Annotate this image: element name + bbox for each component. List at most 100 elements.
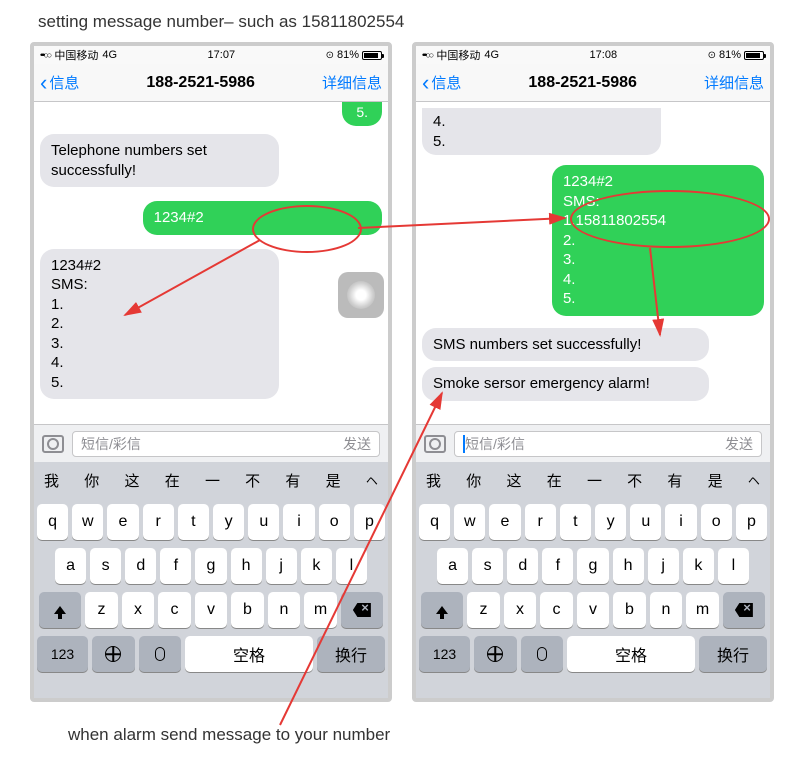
- return-key[interactable]: 换行: [699, 636, 767, 672]
- key-x[interactable]: x: [122, 592, 155, 628]
- predictive-word[interactable]: 这: [124, 470, 139, 491]
- message-input[interactable]: 短信/彩信 发送: [72, 431, 380, 457]
- camera-icon[interactable]: [42, 435, 64, 453]
- key-m[interactable]: m: [304, 592, 337, 628]
- key-d[interactable]: d: [507, 548, 538, 584]
- key-e[interactable]: e: [489, 504, 520, 540]
- key-n[interactable]: n: [650, 592, 683, 628]
- globe-key[interactable]: [474, 636, 517, 672]
- key-c[interactable]: c: [540, 592, 573, 628]
- back-button[interactable]: ‹信息: [40, 72, 79, 93]
- predictive-word[interactable]: 你: [466, 470, 481, 491]
- key-t[interactable]: t: [178, 504, 209, 540]
- key-w[interactable]: w: [454, 504, 485, 540]
- send-button[interactable]: 发送: [725, 434, 753, 454]
- caret-up-icon[interactable]: ヘ: [366, 472, 378, 489]
- space-key[interactable]: 空格: [567, 636, 695, 672]
- predictive-word[interactable]: 一: [587, 470, 602, 491]
- key-z[interactable]: z: [467, 592, 500, 628]
- predictive-word[interactable]: 是: [708, 470, 723, 491]
- predictive-bar[interactable]: 我 你 这 在 一 不 有 是 ヘ: [416, 462, 770, 498]
- delete-key[interactable]: [723, 592, 765, 628]
- key-w[interactable]: w: [72, 504, 103, 540]
- key-b[interactable]: b: [231, 592, 264, 628]
- key-h[interactable]: h: [613, 548, 644, 584]
- delete-key[interactable]: [341, 592, 383, 628]
- numeric-key[interactable]: 123: [37, 636, 88, 672]
- key-s[interactable]: s: [90, 548, 121, 584]
- key-a[interactable]: a: [55, 548, 86, 584]
- key-j[interactable]: j: [648, 548, 679, 584]
- predictive-bar[interactable]: 我 你 这 在 一 不 有 是 ヘ: [34, 462, 388, 498]
- key-y[interactable]: y: [595, 504, 626, 540]
- key-x[interactable]: x: [504, 592, 537, 628]
- camera-icon[interactable]: [424, 435, 446, 453]
- key-u[interactable]: u: [630, 504, 661, 540]
- predictive-word[interactable]: 有: [285, 470, 300, 491]
- key-m[interactable]: m: [686, 592, 719, 628]
- predictive-word[interactable]: 一: [205, 470, 220, 491]
- key-f[interactable]: f: [542, 548, 573, 584]
- key-c[interactable]: c: [158, 592, 191, 628]
- key-g[interactable]: g: [195, 548, 226, 584]
- numeric-key[interactable]: 123: [419, 636, 470, 672]
- key-q[interactable]: q: [37, 504, 68, 540]
- signal-icon: •••○○: [40, 50, 50, 60]
- space-key[interactable]: 空格: [185, 636, 313, 672]
- message-input[interactable]: 短信/彩信 发送: [454, 431, 762, 457]
- predictive-word[interactable]: 我: [426, 470, 441, 491]
- key-e[interactable]: e: [107, 504, 138, 540]
- key-y[interactable]: y: [213, 504, 244, 540]
- mic-key[interactable]: [139, 636, 182, 672]
- key-q[interactable]: q: [419, 504, 450, 540]
- key-k[interactable]: k: [301, 548, 332, 584]
- phone-right: •••○○ 中国移动 4G 17:08 ⊙ 81% ‹信息 188-2521-5…: [412, 42, 774, 702]
- predictive-word[interactable]: 我: [44, 470, 59, 491]
- send-button[interactable]: 发送: [343, 434, 371, 454]
- key-k[interactable]: k: [683, 548, 714, 584]
- key-p[interactable]: p: [736, 504, 767, 540]
- key-h[interactable]: h: [231, 548, 262, 584]
- key-r[interactable]: r: [525, 504, 556, 540]
- key-g[interactable]: g: [577, 548, 608, 584]
- key-t[interactable]: t: [560, 504, 591, 540]
- key-o[interactable]: o: [701, 504, 732, 540]
- input-placeholder: 短信/彩信: [81, 434, 141, 454]
- predictive-word[interactable]: 不: [627, 470, 642, 491]
- back-button[interactable]: ‹信息: [422, 72, 461, 93]
- key-v[interactable]: v: [195, 592, 228, 628]
- key-d[interactable]: d: [125, 548, 156, 584]
- return-key[interactable]: 换行: [317, 636, 385, 672]
- predictive-word[interactable]: 有: [667, 470, 682, 491]
- key-j[interactable]: j: [266, 548, 297, 584]
- key-a[interactable]: a: [437, 548, 468, 584]
- globe-key[interactable]: [92, 636, 135, 672]
- caret-up-icon[interactable]: ヘ: [748, 472, 760, 489]
- details-button[interactable]: 详细信息: [322, 72, 382, 93]
- key-p[interactable]: p: [354, 504, 385, 540]
- key-u[interactable]: u: [248, 504, 279, 540]
- key-r[interactable]: r: [143, 504, 174, 540]
- assistive-touch-icon[interactable]: [338, 272, 384, 318]
- predictive-word[interactable]: 你: [84, 470, 99, 491]
- predictive-word[interactable]: 不: [245, 470, 260, 491]
- predictive-word[interactable]: 这: [506, 470, 521, 491]
- predictive-word[interactable]: 在: [547, 470, 562, 491]
- shift-key[interactable]: [421, 592, 463, 628]
- key-i[interactable]: i: [283, 504, 314, 540]
- key-o[interactable]: o: [319, 504, 350, 540]
- details-button[interactable]: 详细信息: [704, 72, 764, 93]
- key-l[interactable]: l: [718, 548, 749, 584]
- key-b[interactable]: b: [613, 592, 646, 628]
- key-n[interactable]: n: [268, 592, 301, 628]
- key-i[interactable]: i: [665, 504, 696, 540]
- key-f[interactable]: f: [160, 548, 191, 584]
- mic-key[interactable]: [521, 636, 564, 672]
- key-v[interactable]: v: [577, 592, 610, 628]
- key-z[interactable]: z: [85, 592, 118, 628]
- shift-key[interactable]: [39, 592, 81, 628]
- key-s[interactable]: s: [472, 548, 503, 584]
- key-l[interactable]: l: [336, 548, 367, 584]
- predictive-word[interactable]: 在: [165, 470, 180, 491]
- predictive-word[interactable]: 是: [326, 470, 341, 491]
